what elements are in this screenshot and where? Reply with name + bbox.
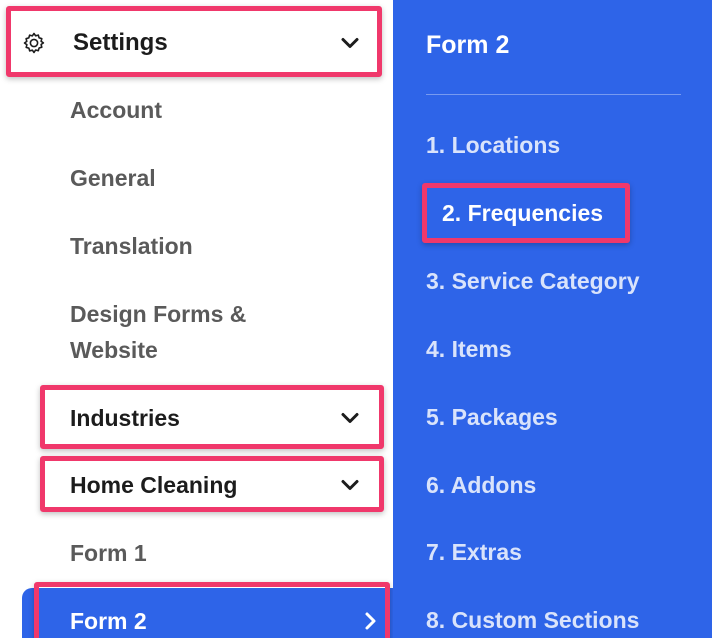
panel-divider [426, 94, 681, 95]
sidebar-item-design-line2: Website [70, 337, 158, 363]
step-custom-sections[interactable]: 8. Custom Sections [426, 602, 639, 638]
step-addons[interactable]: 6. Addons [426, 467, 536, 503]
sidebar-item-account[interactable]: Account [70, 92, 162, 128]
highlight-form-2 [34, 582, 390, 638]
settings-sidebar: Settings Account General Translation Des… [0, 0, 393, 638]
step-locations[interactable]: 1. Locations [426, 127, 560, 163]
step-service-category[interactable]: 3. Service Category [426, 263, 640, 299]
sidebar-item-form-1[interactable]: Form 1 [70, 535, 147, 571]
panel-title: Form 2 [426, 31, 510, 59]
sidebar-item-design-line1: Design Forms & [70, 301, 247, 327]
sidebar-item-general[interactable]: General [70, 160, 156, 196]
highlight-home-cleaning [40, 456, 384, 512]
form-steps-panel: Form 2 1. Locations 2. Frequencies 3. Se… [393, 0, 712, 638]
highlight-frequencies [422, 183, 630, 243]
step-extras[interactable]: 7. Extras [426, 534, 522, 570]
step-packages[interactable]: 5. Packages [426, 399, 558, 435]
sidebar-item-translation[interactable]: Translation [70, 228, 193, 264]
highlight-settings [6, 6, 382, 77]
highlight-industries [40, 385, 384, 449]
step-items[interactable]: 4. Items [426, 331, 512, 367]
